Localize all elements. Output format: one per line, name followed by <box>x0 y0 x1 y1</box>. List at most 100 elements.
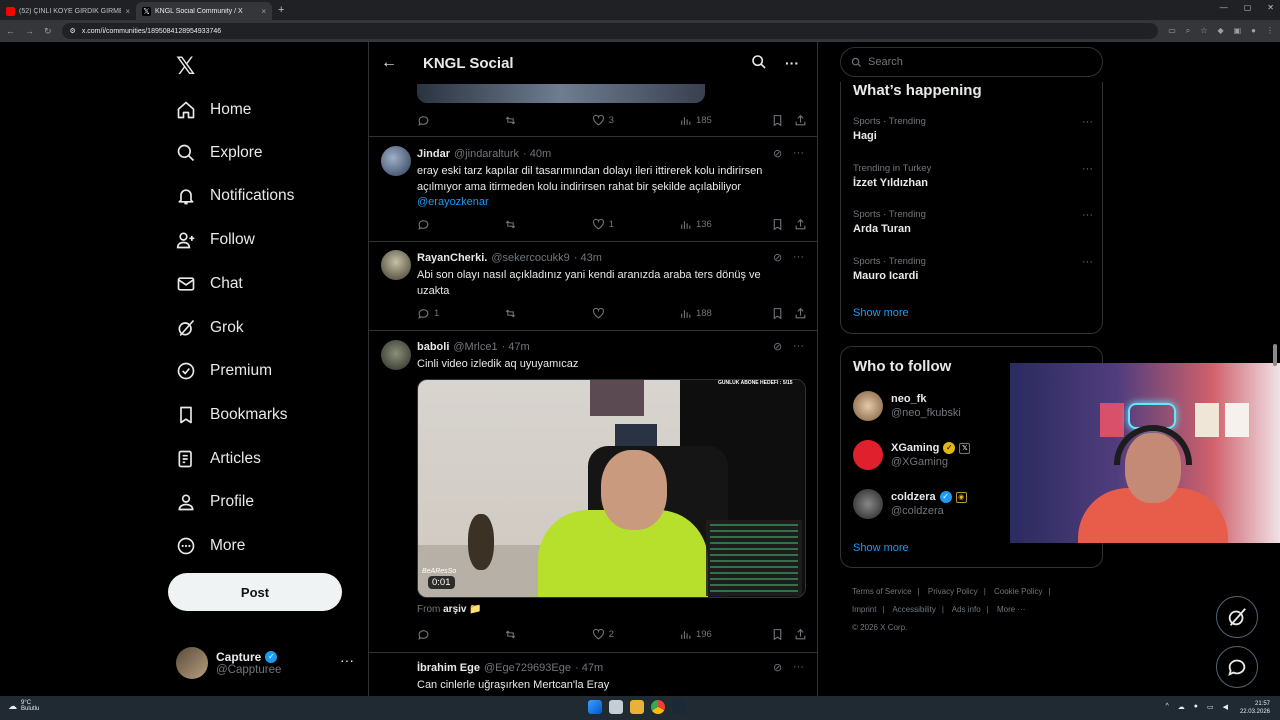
cloud-sync-icon[interactable]: ☁ <box>1178 703 1185 711</box>
author-name[interactable]: İbrahim Ege <box>417 662 480 674</box>
nav-item-home[interactable]: Home <box>176 97 251 123</box>
file-explorer-icon[interactable] <box>609 700 623 714</box>
footer-link[interactable]: Ads info <box>952 605 981 614</box>
footer-link[interactable]: Accessibility <box>892 605 936 614</box>
tab-close-icon[interactable]: × <box>125 7 130 16</box>
like-button[interactable] <box>592 307 679 320</box>
author-name[interactable]: baboli <box>417 341 449 353</box>
source-name[interactable]: arşiv 📁 <box>443 604 482 615</box>
more-options-icon[interactable]: ··· <box>785 55 799 71</box>
grok-icon[interactable]: ⊘ <box>773 251 782 264</box>
show-more-link[interactable]: Show more <box>853 542 909 554</box>
bookmark-button[interactable] <box>771 628 794 641</box>
site-info-icon[interactable]: ⚙ <box>70 27 76 35</box>
trend-item[interactable]: Trending in Turkey İzzet Yıldızhan ··· <box>853 163 1093 189</box>
new-tab-button[interactable]: + <box>278 4 284 16</box>
trend-more-icon[interactable]: ··· <box>1082 256 1093 268</box>
tweet-more-icon[interactable]: ··· <box>793 661 804 673</box>
maximize-icon[interactable]: ▢ <box>1244 3 1252 12</box>
tweet-more-icon[interactable]: ··· <box>793 340 804 352</box>
tweet-time[interactable]: · 40m <box>523 148 551 160</box>
account-switcher[interactable]: Capture ✓ @Cappturee <box>176 647 281 679</box>
taskbar-clock[interactable]: 21:57 22.03.2026 <box>1240 700 1270 716</box>
reply-button[interactable] <box>417 218 504 231</box>
repost-button[interactable] <box>504 628 591 641</box>
views-button[interactable]: 196 <box>679 628 771 641</box>
share-button[interactable] <box>794 114 807 127</box>
footer-link[interactable]: Imprint <box>852 605 876 614</box>
nav-item-grok[interactable]: Grok <box>176 315 244 341</box>
tweet[interactable]: İbrahim Ege @Ege729693Ege · 47m ⊘ ··· Ca… <box>369 653 817 696</box>
mic-icon[interactable]: ● <box>1194 703 1198 711</box>
grok-floating-button[interactable] <box>1216 596 1258 638</box>
search-input[interactable]: Search <box>840 47 1103 77</box>
trend-item[interactable]: Sports · Trending Mauro Icardi ··· <box>853 256 1093 282</box>
nav-item-profile[interactable]: Profile <box>176 489 254 515</box>
tweet-time[interactable]: · 47m <box>575 662 603 674</box>
star-icon[interactable]: ☆ <box>1200 26 1207 36</box>
nav-item-follow[interactable]: Follow <box>176 227 255 253</box>
tweet-more-icon[interactable]: ··· <box>793 147 804 159</box>
mention-link[interactable]: @erayozkenar <box>417 196 489 208</box>
author-handle[interactable]: @jindaralturk <box>454 148 519 160</box>
tweet-time[interactable]: · 43m <box>574 252 602 264</box>
forward-nav-icon[interactable]: → <box>25 26 34 36</box>
chrome-icon[interactable] <box>651 700 665 714</box>
profile-browser-icon[interactable]: ● <box>1251 26 1256 36</box>
views-button[interactable]: 185 <box>679 114 771 127</box>
grok-icon[interactable]: ⊘ <box>773 147 782 160</box>
nav-item-notifications[interactable]: Notifications <box>176 183 294 209</box>
share-button[interactable] <box>794 218 807 231</box>
grok-icon[interactable]: ⊘ <box>773 340 782 353</box>
author-handle[interactable]: @sekercocukk9 <box>491 252 569 264</box>
footer-link[interactable]: Cookie Policy <box>994 587 1042 596</box>
weather-widget[interactable]: ☁ 9°C Bulutlu <box>8 700 39 712</box>
footer-link[interactable]: Terms of Service <box>852 587 912 596</box>
tweet-time[interactable]: · 47m <box>502 341 530 353</box>
repost-button[interactable] <box>504 307 591 320</box>
share-button[interactable] <box>794 307 807 320</box>
follow-suggestion[interactable]: XGaming ✓ 𝕏 @XGaming <box>853 440 971 470</box>
nav-item-articles[interactable]: Articles <box>176 446 261 472</box>
extension-icon[interactable]: ◆ <box>1217 26 1223 36</box>
extensions-puzzle-icon[interactable]: ▣ <box>1234 26 1242 36</box>
windows-start-icon[interactable] <box>588 700 602 714</box>
avatar[interactable] <box>381 340 411 370</box>
browser-tab-youtube[interactable]: (52) ÇİNLİ KÖYE GİRDİK GİRME × <box>0 2 136 20</box>
author-name[interactable]: Jindar <box>417 148 450 160</box>
account-more-icon[interactable]: ··· <box>340 652 354 668</box>
tray-up-icon[interactable]: ^ <box>1165 703 1168 711</box>
views-button[interactable]: 136 <box>679 218 771 231</box>
back-arrow-icon[interactable]: ← <box>381 54 397 72</box>
trend-item[interactable]: Sports · Trending Hagi ··· <box>853 116 1093 142</box>
author-handle[interactable]: @Ege729693Ege <box>484 662 571 674</box>
tab-close-icon[interactable]: × <box>261 7 266 16</box>
nav-item-more[interactable]: More <box>176 533 245 559</box>
footer-link[interactable]: Privacy Policy <box>928 587 978 596</box>
views-button[interactable]: 188 <box>679 307 771 320</box>
volume-icon[interactable]: ◀ <box>1223 703 1228 711</box>
tweet-video[interactable]: GUNLUK ABONE HEDEFI : 5/15 BeAResSo 0:01 <box>417 379 806 598</box>
avatar[interactable] <box>381 146 411 176</box>
from-source[interactable]: From arşiv 📁 <box>417 604 482 615</box>
browser-tab-x[interactable]: 𝕏 KNGL Social Community / X × <box>136 2 272 20</box>
like-button[interactable]: 3 <box>592 114 679 127</box>
previous-tweet-media[interactable] <box>417 84 705 103</box>
minimize-icon[interactable]: — <box>1220 3 1228 12</box>
trend-item[interactable]: Sports · Trending Arda Turan ··· <box>853 209 1093 235</box>
browser-menu-icon[interactable]: ⋮ <box>1266 26 1274 36</box>
repost-button[interactable] <box>504 114 591 127</box>
follow-suggestion[interactable]: neo_fk @neo_fkubski <box>853 391 961 421</box>
avatar[interactable] <box>381 250 411 280</box>
follow-suggestion[interactable]: coldzera ✓ ◉ @coldzera <box>853 489 967 519</box>
like-button[interactable]: 2 <box>592 628 679 641</box>
reload-icon[interactable]: ↻ <box>44 26 52 37</box>
close-window-icon[interactable]: ✕ <box>1267 3 1274 12</box>
network-icon[interactable]: ▭ <box>1207 703 1214 711</box>
messages-floating-button[interactable] <box>1216 646 1258 688</box>
scrollbar-thumb[interactable] <box>1273 344 1277 366</box>
grok-icon[interactable]: ⊘ <box>773 661 782 674</box>
like-button[interactable]: 1 <box>592 218 679 231</box>
tweet-more-icon[interactable]: ··· <box>793 251 804 263</box>
search-icon[interactable] <box>751 54 767 70</box>
